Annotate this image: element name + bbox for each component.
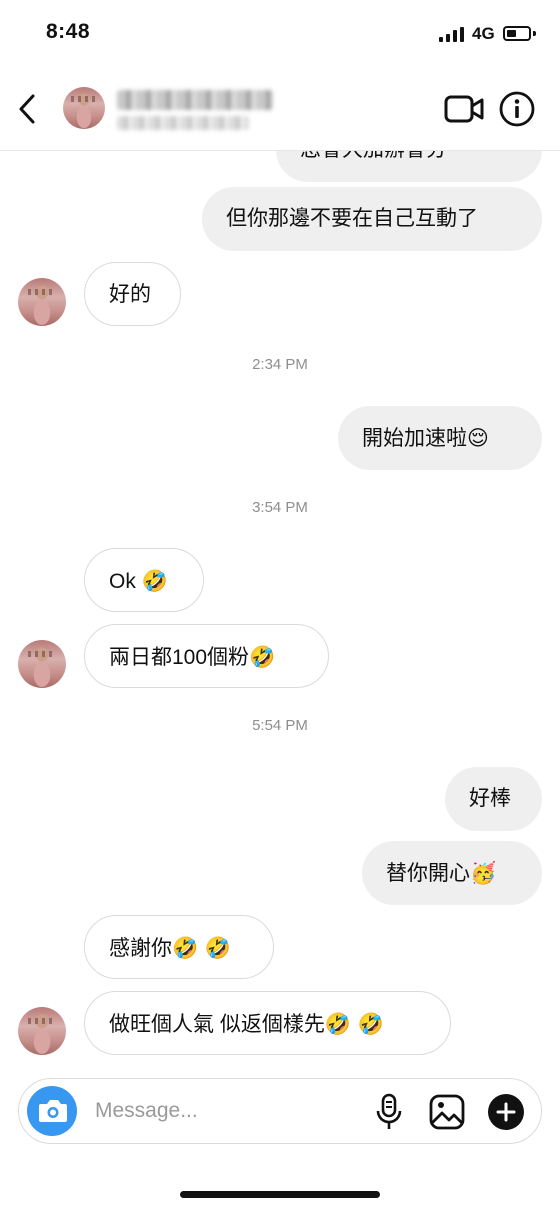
network-type: 4G <box>472 24 495 43</box>
relieved-face-emoji: 😌 <box>467 426 489 450</box>
message-bubble-incoming[interactable]: Ok 🤣 <box>84 548 204 612</box>
message-bubble-incoming[interactable]: 做旺個人氣 似返個樣先🤣 🤣 <box>84 991 451 1055</box>
battery-icon <box>503 26 531 41</box>
message-text: 感謝你 <box>109 937 172 960</box>
back-arrow-icon[interactable] <box>14 92 42 126</box>
message-text: 兩日都100個粉 <box>109 646 250 669</box>
message-bubble-outgoing[interactable]: 開始加速啦😌 <box>338 406 542 470</box>
message-text: 開始加速啦 <box>362 427 467 450</box>
message-bubble-outgoing[interactable]: 但你那邊不要在自己互動了 <box>202 187 542 251</box>
contact-name[interactable]: ███████ <box>117 90 273 110</box>
message-bubble-incoming[interactable]: 兩日都100個粉🤣 <box>84 624 329 688</box>
timestamp: 5:54 PM <box>252 717 308 734</box>
sender-avatar[interactable] <box>18 1007 66 1055</box>
timestamp: 2:34 PM <box>252 356 308 373</box>
sender-avatar[interactable] <box>18 278 66 326</box>
message-text: 做旺個人氣 似返個樣先 <box>109 1013 325 1036</box>
rofl-emoji: 🤣 <box>141 569 168 593</box>
partying-face-emoji: 🥳 <box>470 861 497 885</box>
status-time: 8:48 <box>46 20 91 43</box>
message-input[interactable] <box>95 1094 355 1128</box>
plus-button[interactable] <box>488 1094 524 1130</box>
rofl-emoji: 🤣 🤣 <box>324 1012 384 1036</box>
rofl-emoji: 🤣 <box>249 645 276 669</box>
contact-subtitle: ██████ <box>117 116 249 130</box>
message-composer <box>18 1078 542 1144</box>
timestamp: 3:54 PM <box>252 499 308 516</box>
home-indicator <box>180 1191 380 1198</box>
microphone-icon[interactable] <box>374 1093 404 1131</box>
message-text: 好的 <box>109 283 151 306</box>
rofl-emoji: 🤣 🤣 <box>172 936 231 960</box>
camera-icon <box>39 1100 67 1122</box>
message-text: Ok <box>109 570 142 593</box>
battery-tip <box>533 31 536 36</box>
gallery-icon[interactable] <box>428 1093 466 1131</box>
header-avatar[interactable] <box>63 87 105 129</box>
message-bubble-incoming[interactable]: 好的 <box>84 262 181 326</box>
message-text: 好棒 <box>469 787 511 810</box>
chat-header: ███████ ██████ <box>0 62 560 151</box>
sender-avatar[interactable] <box>18 640 66 688</box>
signal-icon <box>439 27 464 42</box>
plus-icon <box>496 1102 516 1122</box>
message-bubble-incoming[interactable]: 感謝你🤣 🤣 <box>84 915 274 979</box>
info-icon[interactable] <box>498 90 536 128</box>
message-bubble-outgoing[interactable]: 好棒 <box>445 767 542 831</box>
message-text: 替你開心 <box>386 862 470 885</box>
camera-button[interactable] <box>27 1086 77 1136</box>
message-bubble-outgoing[interactable]: 替你開心🥳 <box>362 841 542 905</box>
message-text: 但你那邊不要在自己互動了 <box>226 207 478 230</box>
video-call-icon[interactable] <box>444 94 484 124</box>
